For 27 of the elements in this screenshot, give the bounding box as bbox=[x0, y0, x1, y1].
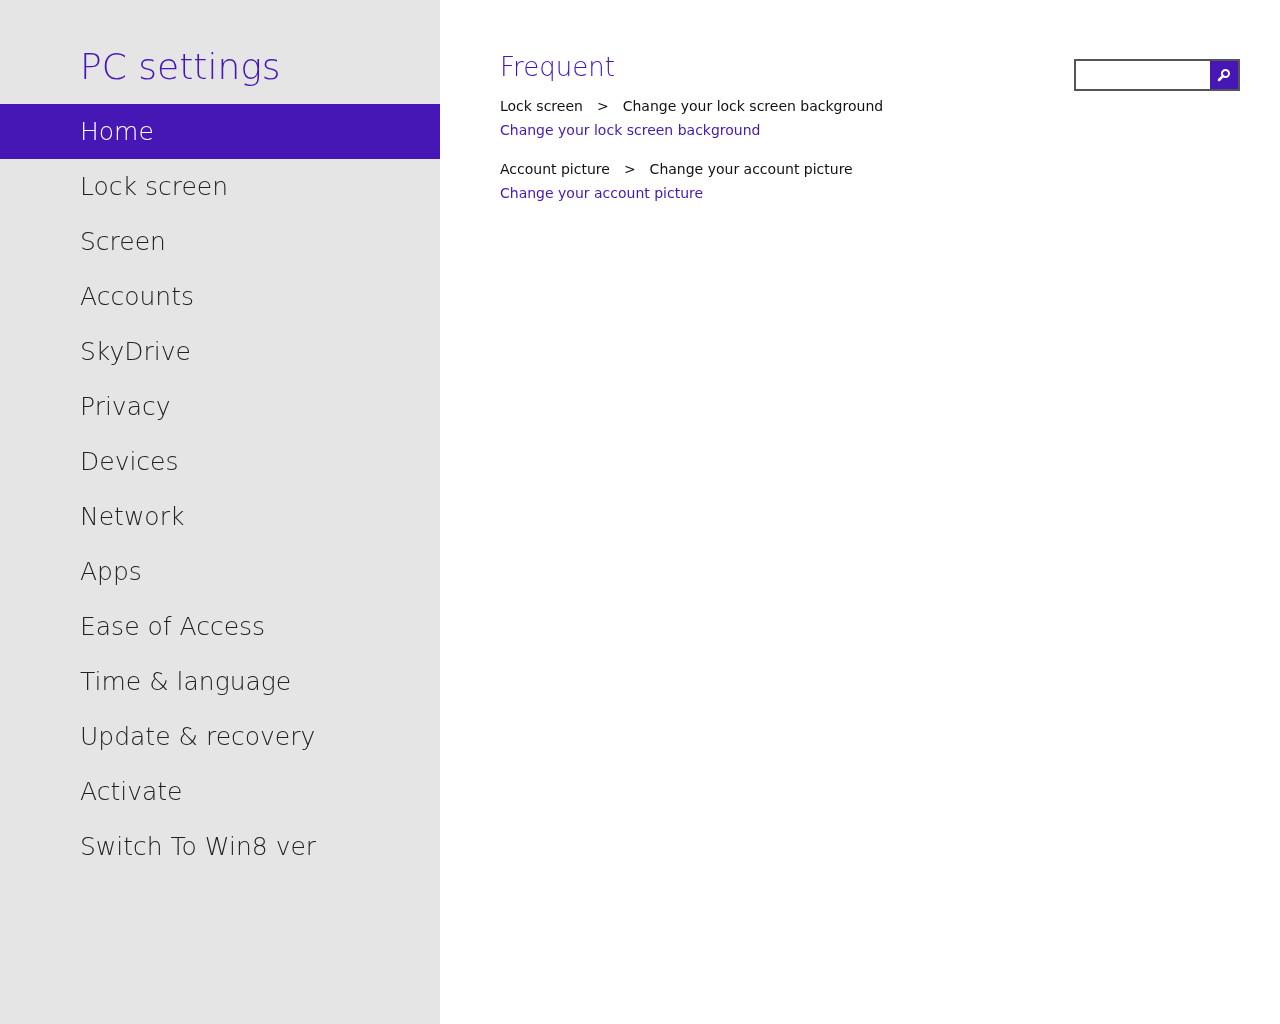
sidebar-item[interactable]: Lock screen bbox=[0, 159, 440, 214]
sidebar-item[interactable]: Devices bbox=[0, 434, 440, 489]
breadcrumb-separator: > bbox=[623, 161, 636, 177]
section-heading: Frequent bbox=[500, 52, 616, 82]
search-field[interactable] bbox=[1074, 59, 1240, 91]
sidebar-item[interactable]: Switch To Win8 ver bbox=[0, 819, 440, 874]
breadcrumb-setting: Change your lock screen background bbox=[622, 98, 884, 114]
sidebar-item[interactable]: Accounts bbox=[0, 269, 440, 324]
breadcrumb-setting: Change your account picture bbox=[649, 161, 853, 177]
sidebar-item[interactable]: Apps bbox=[0, 544, 440, 599]
sidebar-item[interactable]: Privacy bbox=[0, 379, 440, 434]
sidebar-item[interactable]: Time & language bbox=[0, 654, 440, 709]
search-button[interactable] bbox=[1210, 61, 1238, 89]
setting-link[interactable]: Change your account picture bbox=[500, 185, 704, 201]
breadcrumb-section: Account picture bbox=[500, 161, 610, 177]
app-title: PC settings bbox=[80, 45, 282, 89]
search-icon bbox=[1217, 68, 1231, 82]
breadcrumb-section: Lock screen bbox=[500, 98, 583, 114]
sidebar-item[interactable]: Network bbox=[0, 489, 440, 544]
sidebar-item[interactable]: SkyDrive bbox=[0, 324, 440, 379]
sidebar-item[interactable]: Update & recovery bbox=[0, 709, 440, 764]
breadcrumb-separator: > bbox=[596, 98, 609, 114]
setting-link[interactable]: Change your lock screen background bbox=[500, 122, 761, 138]
sidebar-item[interactable]: Screen bbox=[0, 214, 440, 269]
sidebar-item[interactable]: Ease of Access bbox=[0, 599, 440, 654]
sidebar-item[interactable]: Activate bbox=[0, 764, 440, 819]
sidebar-item[interactable]: Home bbox=[0, 104, 440, 159]
